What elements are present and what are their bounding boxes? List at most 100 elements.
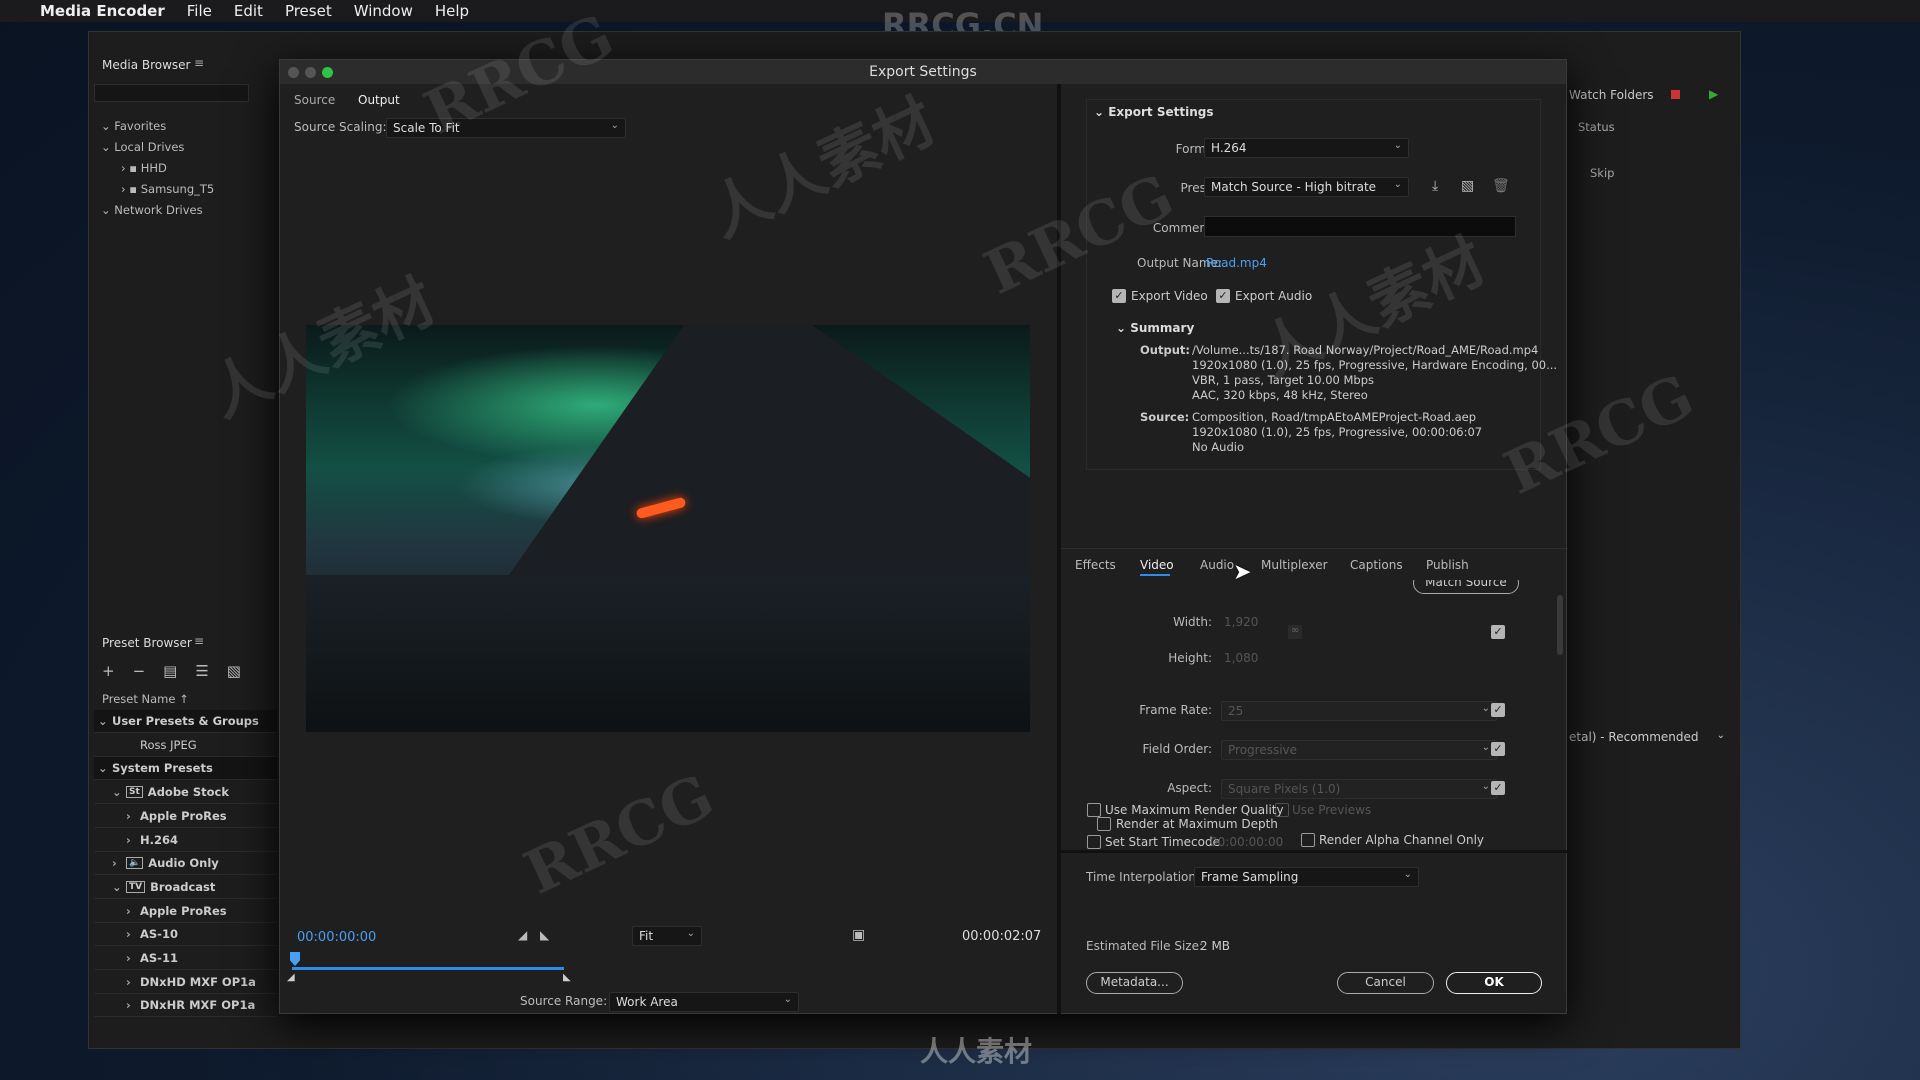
preset-list-item[interactable]: › AS-10 <box>94 923 277 947</box>
chevron-down-icon[interactable]: ⌄ <box>112 785 126 799</box>
chevron-right-icon[interactable]: › <box>126 998 140 1012</box>
output-name-link[interactable]: Road.mp4 <box>1206 256 1267 270</box>
preset-list-item[interactable]: › Apple ProRes <box>94 900 277 923</box>
frame-rate-match-checkbox[interactable]: ✓ <box>1491 703 1505 717</box>
set-out-point-icon[interactable]: ◣ <box>540 928 549 942</box>
format-dropdown[interactable]: H.264 ⌄ <box>1204 138 1409 158</box>
aspect-dropdown[interactable]: Square Pixels (1.0) ⌄ <box>1221 779 1497 799</box>
menu-help[interactable]: Help <box>435 2 469 20</box>
minimize-button[interactable] <box>305 67 316 78</box>
tree-favorites[interactable]: ⌄ Favorites <box>101 116 214 137</box>
aspect-match-checkbox[interactable]: ✓ <box>1491 781 1505 795</box>
play-icon[interactable]: ▶ <box>1709 87 1718 101</box>
export-video-checkbox[interactable]: ✓ <box>1112 289 1126 303</box>
tab-captions[interactable]: Captions <box>1350 558 1403 572</box>
menu-preset[interactable]: Preset <box>285 2 332 20</box>
preset-list-item[interactable]: › H.264 <box>94 829 277 852</box>
export-settings-header[interactable]: ⌄ Export Settings <box>1094 105 1213 119</box>
export-audio-checkbox[interactable]: ✓ <box>1216 289 1230 303</box>
menu-file[interactable]: File <box>187 2 212 20</box>
aspect-correction-icon[interactable]: ▣ <box>852 927 865 943</box>
preset-list-item[interactable]: ⌄ TV Broadcast <box>94 876 277 899</box>
tab-publish[interactable]: Publish <box>1426 558 1469 572</box>
chevron-down-icon[interactable]: ⌄ <box>98 714 112 728</box>
settings-icon[interactable]: ☰ <box>195 662 208 680</box>
tree-hhd[interactable]: › ▪ HHD <box>101 158 214 179</box>
close-button[interactable] <box>288 67 299 78</box>
chevron-right-icon[interactable]: › <box>126 951 140 965</box>
menu-window[interactable]: Window <box>354 2 413 20</box>
panel-menu-icon[interactable]: ≡ <box>194 56 204 70</box>
tree-samsung[interactable]: › ▪ Samsung_T5 <box>101 179 214 200</box>
import-preset-icon[interactable]: ▧ <box>1461 178 1474 194</box>
preset-list-item[interactable]: › DNxHD MXF OP1a <box>94 971 277 994</box>
preset-list-item[interactable]: ⌄ System Presets <box>94 757 277 781</box>
metadata-button[interactable]: Metadata... <box>1086 972 1183 994</box>
match-source-button[interactable]: Match Source <box>1413 580 1519 594</box>
import-preset-icon[interactable]: ▧ <box>227 662 241 680</box>
preset-list-item[interactable]: › Apple ProRes <box>94 805 277 828</box>
link-icon[interactable]: ∞ <box>1288 625 1302 639</box>
zoom-button[interactable] <box>322 67 333 78</box>
start-timecode-value[interactable]: 00:00:00:00 <box>1210 835 1283 849</box>
preset-name-column[interactable]: Preset Name ↑ <box>102 692 189 706</box>
watch-folders-tab[interactable]: Watch Folders <box>1569 88 1654 102</box>
tree-network-drives[interactable]: ⌄ Network Drives <box>101 200 214 221</box>
tab-output[interactable]: Output <box>358 93 400 107</box>
set-start-timecode-checkbox[interactable] <box>1087 835 1101 849</box>
delete-preset-icon[interactable]: 🗑 <box>1492 178 1510 194</box>
tab-source[interactable]: Source <box>294 93 335 107</box>
chevron-down-icon[interactable]: ⌄ <box>112 880 126 894</box>
timeline-range-bar[interactable] <box>292 967 564 970</box>
field-order-dropdown[interactable]: Progressive ⌄ <box>1221 740 1497 760</box>
tab-audio[interactable]: Audio <box>1200 558 1234 572</box>
use-previews-checkbox[interactable] <box>1275 803 1289 817</box>
playhead[interactable] <box>290 952 300 966</box>
tree-local-drives[interactable]: ⌄ Local Drives <box>101 137 214 158</box>
chevron-right-icon[interactable]: › <box>126 975 140 989</box>
time-interpolation-dropdown[interactable]: Frame Sampling ⌄ <box>1194 867 1419 887</box>
renderer-dropdown[interactable]: etal) - Recommended ⌄ <box>1569 728 1729 748</box>
stop-icon[interactable] <box>1671 90 1680 99</box>
chevron-right-icon[interactable]: › <box>126 904 140 918</box>
zoom-dropdown[interactable]: Fit ⌄ <box>632 926 702 946</box>
preset-list-item[interactable]: › AS-11 <box>94 947 277 970</box>
new-group-icon[interactable]: ▤ <box>163 662 177 680</box>
chevron-right-icon[interactable]: › <box>126 833 140 847</box>
preset-list-item[interactable]: Ross JPEG <box>94 734 277 757</box>
cancel-button[interactable]: Cancel <box>1337 972 1434 994</box>
field-order-match-checkbox[interactable]: ✓ <box>1491 742 1505 756</box>
current-timecode[interactable]: 00:00:00:00 <box>297 930 376 945</box>
max-render-quality-checkbox[interactable] <box>1087 803 1101 817</box>
render-alpha-only-checkbox[interactable] <box>1301 833 1315 847</box>
width-height-match-checkbox[interactable]: ✓ <box>1491 625 1505 639</box>
preset-panel-menu-icon[interactable]: ≡ <box>194 634 204 648</box>
chevron-down-icon[interactable]: ⌄ <box>98 761 112 775</box>
menu-edit[interactable]: Edit <box>234 2 263 20</box>
tab-video[interactable]: Video <box>1140 558 1174 572</box>
tab-multiplexer[interactable]: Multiplexer <box>1261 558 1328 572</box>
save-preset-icon[interactable]: ⤓ <box>1432 178 1438 194</box>
comments-input[interactable] <box>1204 216 1516 237</box>
ok-button[interactable]: OK <box>1446 972 1542 994</box>
preset-dropdown[interactable]: Match Source - High bitrate ⌄ <box>1204 177 1409 197</box>
summary-header[interactable]: ⌄ Summary <box>1116 321 1194 335</box>
video-panel-scrollbar[interactable] <box>1557 595 1563 655</box>
menu-app[interactable]: Media Encoder <box>40 2 165 20</box>
preset-list-item[interactable]: ⌄ User Presets & Groups <box>94 710 277 733</box>
source-range-dropdown[interactable]: Work Area ⌄ <box>609 992 799 1012</box>
remove-preset-icon[interactable]: − <box>133 662 146 680</box>
render-max-depth-checkbox[interactable] <box>1097 817 1111 831</box>
pane-divider[interactable] <box>1057 84 1061 1014</box>
tab-effects[interactable]: Effects <box>1075 558 1116 572</box>
out-point-handle[interactable]: ◣ <box>563 972 571 983</box>
chevron-right-icon[interactable]: › <box>112 856 126 870</box>
add-preset-icon[interactable]: + <box>102 662 115 680</box>
preset-list-item[interactable]: › DNxHR MXF OP1a <box>94 994 277 1018</box>
in-point-handle[interactable]: ◢ <box>287 972 295 983</box>
height-value[interactable]: 1,080 <box>1224 651 1258 665</box>
media-browser-dropdown[interactable] <box>94 84 249 102</box>
frame-rate-dropdown[interactable]: 25 ⌄ <box>1221 701 1497 721</box>
source-scaling-dropdown[interactable]: Scale To Fit ⌄ <box>386 118 626 138</box>
preset-list-item[interactable]: ⌄ St Adobe Stock <box>94 781 277 805</box>
